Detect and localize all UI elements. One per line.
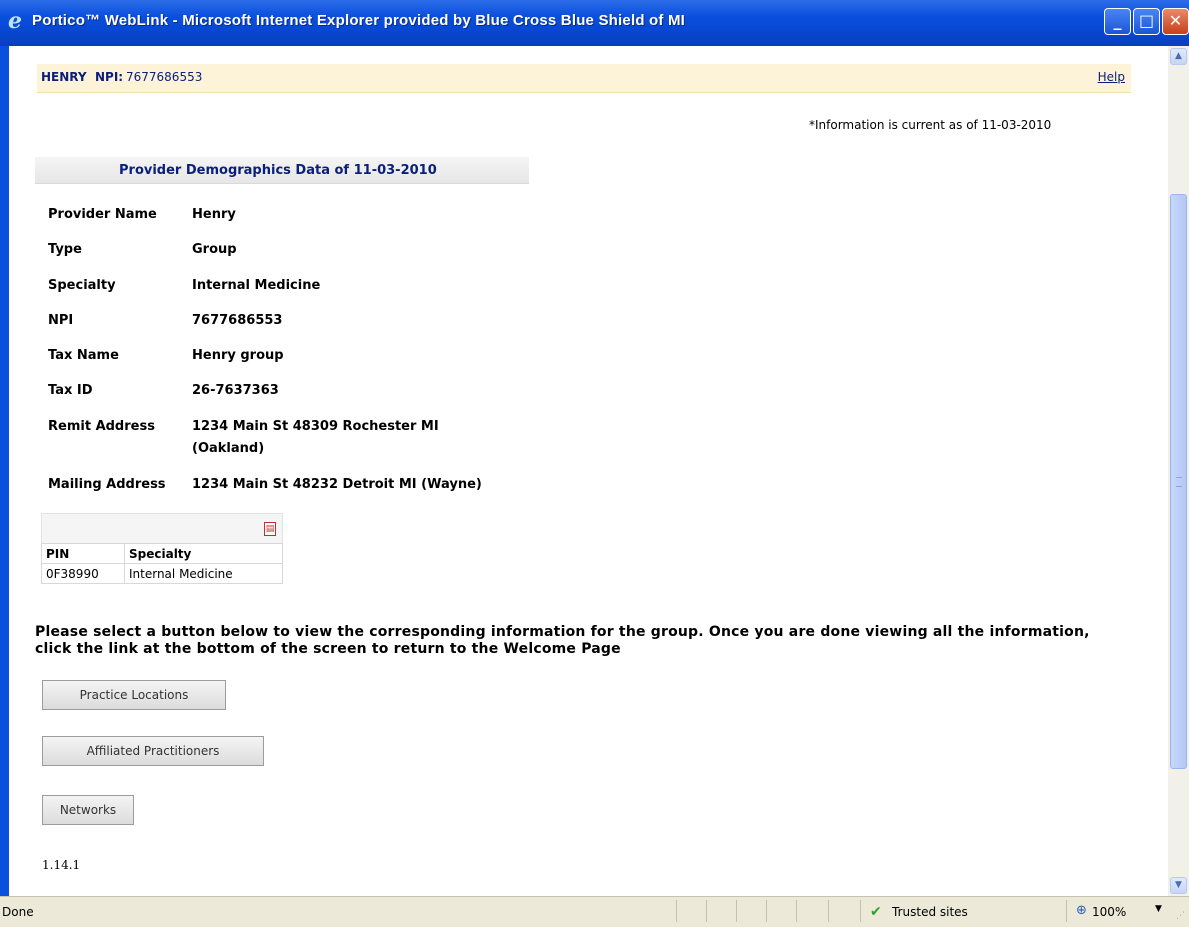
demographics-label: Type	[48, 242, 82, 257]
internet-explorer-icon: e	[8, 8, 22, 34]
pin-table: PIN Specialty 0F38990 Internal Medicine	[41, 543, 283, 584]
column-header-specialty: Specialty	[124, 543, 283, 564]
minimize-button[interactable]: _	[1104, 8, 1131, 35]
scrollbar-thumb[interactable]	[1170, 194, 1187, 769]
practice-locations-button[interactable]: Practice Locations	[42, 680, 226, 710]
networks-button[interactable]: Networks	[42, 795, 134, 825]
resize-grip-icon[interactable]: ⋰	[1176, 911, 1186, 921]
demographics-value: 1234 Main St 48232 Detroit MI (Wayne)	[192, 477, 482, 492]
demographics-value: 26-7637363	[192, 383, 279, 398]
demographics-value: 7677686553	[192, 313, 283, 328]
pin-table-toolbar: ▤	[41, 513, 283, 543]
window-title-bar[interactable]: e Portico™ WebLink - Microsoft Internet …	[0, 0, 1189, 47]
table-cell-specialty: Internal Medicine	[124, 563, 283, 584]
demographics-label: Provider Name	[48, 207, 157, 222]
demographics-value: 1234 Main St 48309 Rochester MI (Oakland…	[192, 419, 439, 456]
help-link[interactable]: Help	[1098, 70, 1125, 84]
zoom-magnifier-icon: ⊕	[1076, 903, 1087, 918]
demographics-label: Tax Name	[48, 348, 119, 363]
scroll-up-arrow-icon[interactable]: ▲	[1170, 48, 1187, 65]
status-bar: Done ✔ Trusted sites ⊕ 100% ▼ ⋰	[0, 896, 1189, 927]
vertical-scrollbar[interactable]: ▲ ▼	[1168, 46, 1189, 896]
affiliated-practitioners-button[interactable]: Affiliated Practitioners	[42, 736, 264, 766]
table-header-row: PIN Specialty	[41, 543, 283, 564]
provider-header-name: HENRY	[41, 70, 87, 84]
column-header-pin: PIN	[41, 543, 125, 564]
table-cell-pin: 0F38990	[41, 563, 125, 584]
pin-table-box: ▤ PIN Specialty 0F38990 Internal Medicin…	[41, 513, 283, 584]
scrollbar-grip-icon	[1176, 477, 1182, 487]
security-zone-label: Trusted sites	[892, 905, 968, 919]
status-pane	[676, 900, 706, 922]
scroll-down-arrow-icon[interactable]: ▼	[1170, 877, 1187, 894]
window-title: Portico™ WebLink - Microsoft Internet Ex…	[32, 12, 686, 29]
trusted-sites-check-icon: ✔	[870, 904, 882, 920]
demographics-section-title: Provider Demographics Data of 11-03-2010	[119, 163, 437, 178]
demographics-label: NPI	[48, 313, 74, 328]
status-pane	[766, 900, 796, 922]
demographics-label: Mailing Address	[48, 477, 166, 492]
status-pane	[736, 900, 766, 922]
demographics-label: Tax ID	[48, 383, 93, 398]
information-current-date: *Information is current as of 11-03-2010	[809, 118, 1052, 132]
status-pane	[828, 900, 860, 922]
demographics-value: Group	[192, 242, 237, 257]
instructions-text: Please select a button below to view the…	[35, 624, 1090, 657]
provider-header-npi-value: 7677686553	[126, 70, 203, 84]
demographics-value: Henry	[192, 207, 236, 222]
demographics-value: Henry group	[192, 348, 284, 363]
page-content: HENRY NPI: 7677686553 Help *Information …	[9, 46, 1168, 896]
demographics-label: Specialty	[48, 278, 116, 293]
version-number: 1.14.1	[42, 858, 81, 872]
close-button[interactable]: ✕	[1162, 8, 1189, 35]
demographics-label: Remit Address	[48, 419, 155, 434]
window-frame-left	[0, 46, 9, 926]
pdf-export-icon[interactable]: ▤	[264, 522, 276, 536]
status-pane	[796, 900, 828, 922]
provider-header-bar: HENRY NPI: 7677686553 Help	[37, 64, 1131, 93]
demographics-value: Internal Medicine	[192, 278, 321, 293]
demographics-section-header: Provider Demographics Data of 11-03-2010	[35, 157, 529, 184]
status-text: Done	[2, 905, 34, 919]
zoom-level[interactable]: 100%	[1092, 905, 1126, 919]
status-pane	[706, 900, 736, 922]
maximize-button[interactable]: □	[1133, 8, 1160, 35]
table-row: 0F38990 Internal Medicine	[41, 563, 283, 584]
zoom-dropdown-arrow-icon[interactable]: ▼	[1155, 904, 1162, 914]
provider-header-npi-label: NPI:	[95, 70, 124, 84]
